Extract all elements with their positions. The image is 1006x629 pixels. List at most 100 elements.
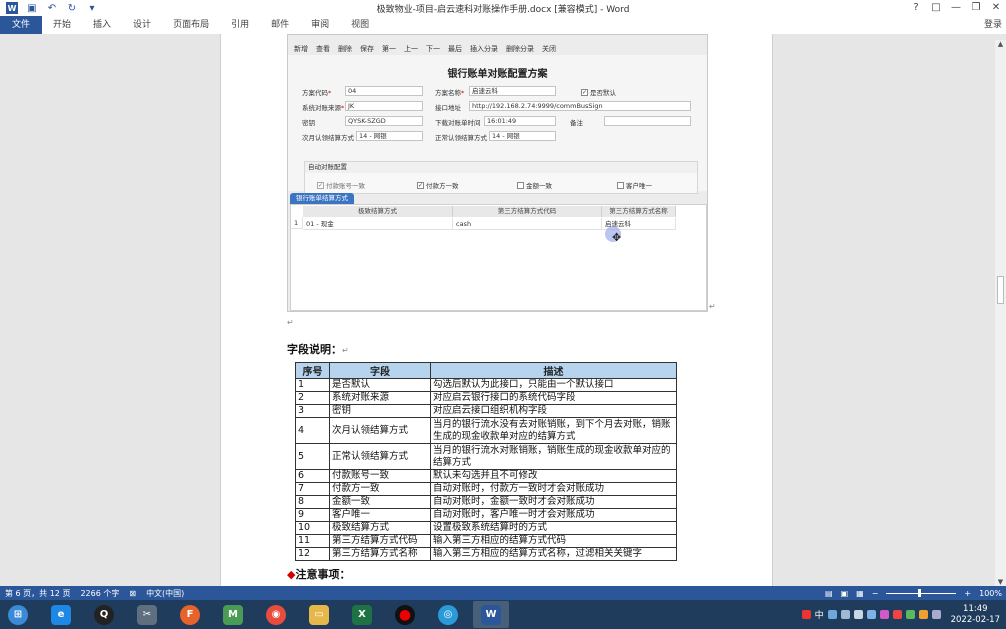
cell-no: 7 <box>295 482 330 496</box>
status-bar: 第 6 页，共 12 页 2266 个字 ⊠ 中文(中国) ▤ ▣ ▦ − + … <box>0 586 1006 600</box>
paragraph-mark: ↵ <box>287 318 294 327</box>
page-count[interactable]: 第 6 页，共 12 页 <box>0 588 75 599</box>
taskbar-folder[interactable]: ▭ <box>301 601 337 628</box>
embedded-tool-close: 关闭 <box>542 45 556 53</box>
embedded-screenshot[interactable]: 新增 查看 删除 保存 第一 上一 下一 最后 插入分录 删除分录 关闭 银行账… <box>287 34 708 312</box>
print-layout-icon[interactable]: ▣ <box>841 589 849 598</box>
proofing-icon[interactable]: ⊠ <box>124 589 141 598</box>
shield-icon[interactable] <box>918 610 928 619</box>
value-scheme-name: 启速云科 <box>469 86 556 96</box>
vertical-scrollbar[interactable]: ▲ ▼ <box>995 40 1006 586</box>
network-icon[interactable] <box>866 610 876 619</box>
read-mode-icon[interactable]: ▤ <box>825 589 833 598</box>
scroll-thumb[interactable] <box>997 276 1004 304</box>
move-cursor-icon: ✥ <box>612 231 622 244</box>
customize-qat-icon[interactable]: ▾ <box>86 2 98 14</box>
tab-file[interactable]: 文件 <box>0 16 43 34</box>
value-remark <box>604 116 691 126</box>
cell-field: 系统对账来源 <box>329 391 431 405</box>
sogou-icon[interactable] <box>801 610 811 619</box>
option-amount-match: 金额一致 <box>517 180 552 190</box>
value-normal: 14 - 网银 <box>489 131 556 141</box>
settings-icon[interactable] <box>853 610 863 619</box>
word-icon: W <box>481 604 501 625</box>
word-count[interactable]: 2266 个字 <box>75 588 124 599</box>
embedded-form: 银行账单对账配置方案 方案代码* 04 方案名称* 启速云科 ✓ 是否默认 系统对… <box>288 55 707 194</box>
table-row: 4 次月认领结算方式 当月的银行流水没有去对账销账，到下个月去对账，销账生成的现金收… <box>295 417 677 444</box>
title-bar: W ▣ ↶ ↻ ▾ 极致物业-项目-启云速科对账操作手册.docx [兼容模式]… <box>0 0 1006 16</box>
scroll-up-icon[interactable]: ▲ <box>995 40 1006 48</box>
taskbar-qq[interactable]: Q <box>86 601 122 628</box>
tab-mailings[interactable]: 邮件 <box>260 16 300 34</box>
window-controls: ? □ — ❐ ✕ <box>906 0 1006 16</box>
save-icon[interactable]: ▣ <box>26 2 38 14</box>
tools-icon: ✂ <box>137 604 157 625</box>
undo-icon[interactable]: ↶ <box>46 2 58 14</box>
cell-no: 12 <box>295 547 330 561</box>
taskbar-tools[interactable]: ✂ <box>129 601 165 628</box>
tab-review[interactable]: 审阅 <box>300 16 340 34</box>
taskbar-browser[interactable]: ◎ <box>430 601 466 628</box>
clock[interactable]: 11:49 2022-02-17 <box>951 604 1000 626</box>
tab-references[interactable]: 引用 <box>220 16 260 34</box>
cell-no: 6 <box>295 469 330 483</box>
start-button[interactable]: ⊞ <box>0 601 36 628</box>
zoom-level[interactable]: 100% <box>979 589 1002 598</box>
table-header-no: 序号 <box>295 362 330 379</box>
table-header-field: 字段 <box>329 362 431 379</box>
tab-design[interactable]: 设计 <box>122 16 162 34</box>
cell-desc: 自动对账时，付款方一致时才会对账成功 <box>430 482 677 496</box>
web-layout-icon[interactable]: ▦ <box>856 589 864 598</box>
taskbar-chrome[interactable]: ◉ <box>258 601 294 628</box>
option-payer-match: ✓ 付款方一致 <box>417 181 459 190</box>
zoom-slider[interactable] <box>886 588 957 597</box>
cell-field: 次月认领结算方式 <box>329 417 431 444</box>
taskbar-record[interactable]: ● <box>387 601 423 628</box>
table-row: 7 付款方一致 自动对账时，付款方一致时才会对账成功 <box>295 482 677 496</box>
zoom-in-icon[interactable]: + <box>964 589 971 598</box>
taskbar-firefox[interactable]: F <box>172 601 208 628</box>
notice-heading[interactable]: ◆注意事项： <box>287 566 350 582</box>
record-tray-icon[interactable] <box>892 610 902 619</box>
help-button[interactable]: ? <box>906 0 926 16</box>
tab-insert[interactable]: 插入 <box>82 16 122 34</box>
tab-layout[interactable]: 页面布局 <box>162 16 220 34</box>
embedded-tool-save: 保存 <box>360 45 374 53</box>
tab-view[interactable]: 视图 <box>340 16 380 34</box>
cell-no: 10 <box>295 521 330 535</box>
embedded-subtab: 银行账单结算方式 <box>290 193 354 204</box>
redo-icon[interactable]: ↻ <box>66 2 78 14</box>
app-tray-icon[interactable] <box>879 610 889 619</box>
cell-desc: 当月的银行流水对账销账，销账生成的现金收款单对应的结算方式 <box>430 443 677 470</box>
keyboard-icon[interactable] <box>840 610 850 619</box>
cell-desc: 自动对账时，金额一致时才会对账成功 <box>430 495 677 509</box>
restore-button[interactable]: ❐ <box>966 0 986 16</box>
minimize-button[interactable]: — <box>946 0 966 16</box>
speaker-icon[interactable] <box>931 610 941 619</box>
close-button[interactable]: ✕ <box>986 0 1006 16</box>
scroll-down-icon[interactable]: ▼ <box>995 578 1006 586</box>
taskbar-word[interactable]: W <box>473 601 509 628</box>
cell-field: 密钥 <box>329 404 431 418</box>
language[interactable]: 中文(中国) <box>141 588 189 599</box>
field-description-heading[interactable]: 字段说明：↵ <box>287 341 349 357</box>
table-row: 6 付款账号一致 默认未勾选并且不可修改 <box>295 469 677 483</box>
tab-home[interactable]: 开始 <box>42 16 82 34</box>
field-table[interactable]: 序号 字段 描述 1 是否默认 勾选后默认为此接口，只能由一个默认接口 2 系统对账来… <box>295 362 677 561</box>
cell-field: 金额一致 <box>329 495 431 509</box>
table-row: 10 极致结算方式 设置极致系统结算时的方式 <box>295 521 677 535</box>
taskbar-maps[interactable]: M <box>215 601 251 628</box>
ime-indicator[interactable]: 中 <box>815 608 824 621</box>
cell-no: 11 <box>295 534 330 548</box>
security-icon[interactable] <box>905 610 915 619</box>
taskbar-ie[interactable]: e <box>43 601 79 628</box>
login-link[interactable]: 登录 <box>984 16 1002 34</box>
table-row: 9 客户唯一 自动对账时，客户唯一时才会对账成功 <box>295 508 677 522</box>
document-page[interactable]: 新增 查看 删除 保存 第一 上一 下一 最后 插入分录 删除分录 关闭 银行账… <box>220 34 773 586</box>
label-remark: 备注 <box>570 119 583 127</box>
moon-icon[interactable] <box>827 610 837 619</box>
taskbar-excel[interactable]: X <box>344 601 380 628</box>
zoom-out-icon[interactable]: − <box>872 589 879 598</box>
cell-desc: 输入第三方相应的结算方式代码 <box>430 534 677 548</box>
ribbon-display-button[interactable]: □ <box>926 0 946 16</box>
